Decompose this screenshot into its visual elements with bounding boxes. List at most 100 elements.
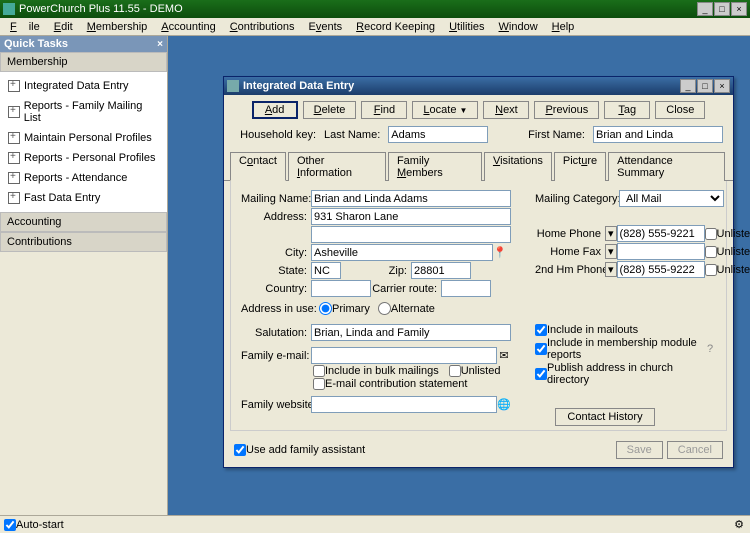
section-contributions[interactable]: Contributions — [0, 232, 167, 252]
mailing-category-select[interactable]: All Mail — [619, 190, 724, 207]
gear-icon[interactable]: ⚙ — [732, 518, 746, 532]
city-input[interactable] — [311, 244, 493, 261]
contact-history-button[interactable]: Contact History — [555, 408, 655, 426]
close-button[interactable]: × — [731, 2, 747, 16]
globe-icon[interactable]: 🌐 — [497, 398, 511, 412]
menu-events[interactable]: Events — [303, 20, 349, 34]
lastname-input[interactable] — [388, 126, 488, 143]
phone1-dropdown[interactable]: ▾ — [605, 226, 617, 241]
child-titlebar: Integrated Data Entry _ □ × — [224, 77, 733, 95]
zip-input[interactable] — [411, 262, 471, 279]
sidebar-item-family-mailing[interactable]: Reports - Family Mailing List — [0, 96, 167, 128]
unlisted-email-checkbox[interactable] — [449, 365, 461, 377]
home-phone-input[interactable] — [617, 225, 705, 242]
menu-utilities[interactable]: Utilities — [443, 20, 490, 34]
section-accounting[interactable]: Accounting — [0, 212, 167, 232]
use-add-assistant-checkbox[interactable] — [234, 444, 246, 456]
address2-input[interactable] — [311, 226, 511, 243]
close-form-button[interactable]: Close — [655, 101, 705, 119]
autostart-checkbox[interactable] — [4, 519, 16, 531]
firstname-input[interactable] — [593, 126, 723, 143]
find-button[interactable]: Find — [361, 101, 407, 119]
quick-tasks-panel: Quick Tasks × Membership Integrated Data… — [0, 36, 168, 515]
menubar: File Edit Membership Accounting Contribu… — [0, 18, 750, 36]
phone3-dropdown[interactable]: ▾ — [605, 262, 617, 277]
toolbar: Add Delete Find Locate ▼ Next Previous T… — [224, 95, 733, 125]
next-button[interactable]: Next — [483, 101, 529, 119]
quick-tasks-header: Quick Tasks × — [0, 36, 167, 52]
mdi-area: Integrated Data Entry _ □ × Add Delete F… — [168, 36, 750, 515]
form-icon — [8, 132, 20, 144]
home-fax-input[interactable] — [617, 243, 705, 260]
delete-button[interactable]: Delete — [303, 101, 357, 119]
menu-membership[interactable]: Membership — [81, 20, 154, 34]
envelope-icon[interactable]: ✉ — [497, 349, 511, 363]
household-key-label: Household key: — [234, 129, 320, 141]
phone2-dropdown[interactable]: ▾ — [605, 244, 617, 259]
unlisted3-checkbox[interactable] — [705, 264, 717, 276]
tag-button[interactable]: Tag — [604, 101, 650, 119]
form-icon — [8, 192, 20, 204]
cancel-button[interactable]: Cancel — [667, 441, 723, 459]
map-pin-icon[interactable]: 📍 — [493, 246, 507, 260]
integrated-data-entry-window: Integrated Data Entry _ □ × Add Delete F… — [223, 76, 734, 468]
form-icon — [8, 80, 20, 92]
menu-contributions[interactable]: Contributions — [224, 20, 301, 34]
alternate-radio[interactable] — [378, 302, 391, 315]
child-minimize-button[interactable]: _ — [680, 79, 696, 93]
form-icon — [8, 106, 20, 118]
tab-other-info[interactable]: Other Information — [288, 152, 386, 181]
include-bulk-checkbox[interactable] — [313, 365, 325, 377]
sidebar-item-fast-entry[interactable]: Fast Data Entry — [0, 188, 167, 208]
menu-help[interactable]: Help — [546, 20, 581, 34]
sidebar-item-reports-attendance[interactable]: Reports - Attendance — [0, 168, 167, 188]
family-website-input[interactable] — [311, 396, 497, 413]
locate-button[interactable]: Locate ▼ — [412, 101, 478, 119]
include-mailouts-checkbox[interactable] — [535, 324, 547, 336]
carrier-input[interactable] — [441, 280, 491, 297]
firstname-label: First Name: — [528, 129, 589, 141]
mailing-name-input[interactable] — [311, 190, 511, 207]
unlisted2-checkbox[interactable] — [705, 246, 717, 258]
statusbar: Auto-start ⚙ — [0, 515, 750, 533]
country-input[interactable] — [311, 280, 371, 297]
quick-tasks-close-icon[interactable]: × — [157, 39, 163, 50]
sidebar-item-ide[interactable]: Integrated Data Entry — [0, 76, 167, 96]
home-phone2-input[interactable] — [617, 261, 705, 278]
maximize-button[interactable]: □ — [714, 2, 730, 16]
section-membership[interactable]: Membership — [0, 52, 167, 72]
tab-attendance[interactable]: Attendance Summary — [608, 152, 725, 181]
menu-record-keeping[interactable]: Record Keeping — [350, 20, 441, 34]
tab-picture[interactable]: Picture — [554, 152, 606, 181]
sidebar-item-personal-profiles[interactable]: Maintain Personal Profiles — [0, 128, 167, 148]
window-icon — [227, 80, 239, 92]
primary-radio[interactable] — [319, 302, 332, 315]
previous-button[interactable]: Previous — [534, 101, 599, 119]
help-icon[interactable]: ? — [704, 342, 716, 356]
sidebar-item-reports-personal[interactable]: Reports - Personal Profiles — [0, 148, 167, 168]
state-input[interactable] — [311, 262, 341, 279]
address1-input[interactable] — [311, 208, 511, 225]
menu-window[interactable]: Window — [493, 20, 544, 34]
form-icon — [8, 152, 20, 164]
app-title: PowerChurch Plus 11.55 - DEMO — [19, 3, 183, 15]
unlisted1-checkbox[interactable] — [705, 228, 717, 240]
family-email-input[interactable] — [311, 347, 497, 364]
save-button[interactable]: Save — [616, 441, 663, 459]
child-close-button[interactable]: × — [714, 79, 730, 93]
tab-family-members[interactable]: Family Members — [388, 152, 482, 181]
menu-file[interactable]: File — [4, 20, 46, 34]
lastname-label: Last Name: — [324, 129, 384, 141]
add-button[interactable]: Add — [252, 101, 298, 119]
menu-edit[interactable]: Edit — [48, 20, 79, 34]
tab-visitations[interactable]: Visitations — [484, 152, 552, 181]
child-maximize-button[interactable]: □ — [697, 79, 713, 93]
tab-contact-body: Mailing Name: Address: City:📍 State:Zip:… — [230, 181, 727, 431]
include-module-checkbox[interactable] — [535, 343, 547, 355]
tab-contact[interactable]: Contact — [230, 152, 286, 181]
minimize-button[interactable]: _ — [697, 2, 713, 16]
email-contrib-checkbox[interactable] — [313, 378, 325, 390]
salutation-input[interactable] — [311, 324, 511, 341]
publish-checkbox[interactable] — [535, 368, 547, 380]
menu-accounting[interactable]: Accounting — [155, 20, 221, 34]
